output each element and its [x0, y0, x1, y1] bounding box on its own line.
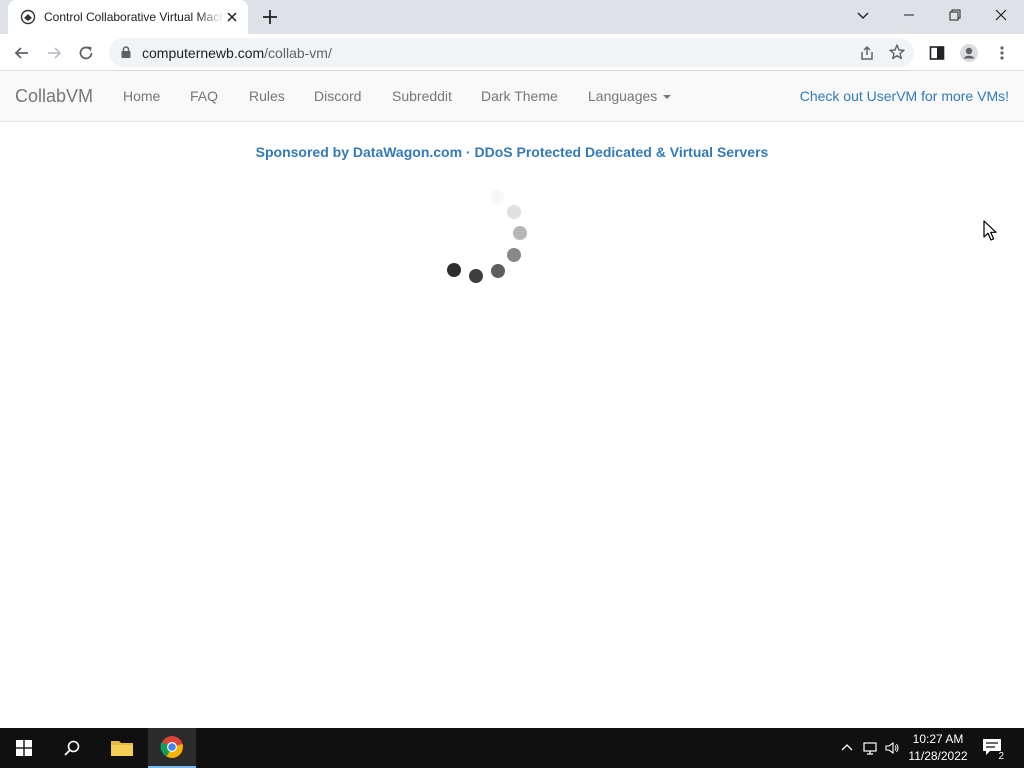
clock-time: 10:27 AM: [912, 732, 964, 746]
browser-toolbar: computernewb.com/collab-vm/: [0, 34, 1024, 71]
address-bar[interactable]: computernewb.com/collab-vm/: [109, 38, 914, 67]
site-brand[interactable]: CollabVM: [15, 86, 93, 107]
site-navbar: CollabVM Home FAQ Rules Discord Subreddi…: [0, 71, 1024, 122]
nav-discord[interactable]: Discord: [314, 88, 361, 104]
browser-menu-button[interactable]: [991, 42, 1013, 64]
profile-avatar-icon: [960, 44, 978, 62]
new-tab-icon[interactable]: [258, 6, 282, 28]
action-center-button[interactable]: 2: [982, 738, 1004, 762]
nav-subreddit[interactable]: Subreddit: [392, 88, 452, 104]
taskbar-clock[interactable]: 10:27 AM 11/28/2022: [900, 731, 976, 765]
loading-spinner-icon: [447, 190, 527, 283]
url-path: /collab-vm/: [264, 45, 332, 61]
chevron-up-icon[interactable]: [839, 740, 855, 756]
tab-close-icon[interactable]: [224, 9, 240, 25]
side-panel-button[interactable]: [926, 42, 948, 64]
collabvm-favicon-icon: [20, 9, 36, 25]
nav-faq[interactable]: FAQ: [190, 88, 218, 104]
file-explorer-button[interactable]: [98, 728, 146, 768]
chrome-taskbar-button[interactable]: [148, 728, 196, 768]
tab-title: Control Collaborative Virtual Machines!: [44, 10, 224, 24]
search-button[interactable]: [48, 728, 96, 768]
restore-button[interactable]: [932, 0, 978, 30]
search-icon: [64, 740, 80, 756]
browser-tab[interactable]: Control Collaborative Virtual Machines!: [8, 0, 248, 34]
nav-home[interactable]: Home: [123, 88, 160, 104]
nav-languages-dropdown[interactable]: Languages: [588, 88, 672, 104]
nav-rules[interactable]: Rules: [249, 88, 285, 104]
minimize-icon: [904, 14, 914, 16]
network-icon[interactable]: [862, 740, 878, 756]
browser-tab-strip: Control Collaborative Virtual Machines!: [0, 0, 1024, 34]
minimize-button[interactable]: [886, 0, 932, 30]
chrome-icon: [160, 736, 183, 758]
back-button[interactable]: [9, 40, 35, 66]
uservm-link[interactable]: Check out UserVM for more VMs!: [800, 88, 1009, 104]
arrow-left-icon: [14, 47, 28, 59]
share-icon[interactable]: [858, 44, 876, 62]
url-text[interactable]: computernewb.com/collab-vm/: [142, 45, 332, 61]
restore-icon: [949, 9, 961, 21]
arrow-right-icon: [48, 47, 62, 59]
chevron-down-icon: [857, 12, 869, 19]
nav-languages-label: Languages: [588, 88, 658, 104]
folder-icon: [111, 741, 133, 756]
caret-down-icon: [663, 95, 672, 100]
url-domain: computernewb.com: [142, 45, 265, 61]
volume-icon[interactable]: [884, 740, 900, 756]
close-icon: [995, 9, 1007, 21]
forward-button[interactable]: [41, 40, 67, 66]
notification-count: 2: [998, 751, 1004, 762]
kebab-menu-icon: [1000, 46, 1004, 60]
bookmark-star-icon[interactable]: [888, 43, 906, 61]
windows-logo-icon: [16, 740, 32, 756]
tab-search-button[interactable]: [840, 0, 886, 30]
side-panel-icon: [929, 46, 945, 60]
nav-dark-theme[interactable]: Dark Theme: [481, 88, 558, 104]
windows-taskbar: 10:27 AM 11/28/2022 2: [0, 728, 1024, 768]
profile-button[interactable]: [958, 42, 980, 64]
lock-icon[interactable]: [119, 45, 133, 59]
reload-icon: [79, 46, 93, 60]
mouse-cursor-icon: [983, 220, 997, 241]
clock-date: 11/28/2022: [908, 749, 968, 763]
start-button[interactable]: [0, 728, 48, 768]
close-window-button[interactable]: [978, 0, 1024, 30]
sponsor-banner-link[interactable]: Sponsored by DataWagon.com · DDoS Protec…: [0, 144, 1024, 160]
reload-button[interactable]: [73, 40, 99, 66]
